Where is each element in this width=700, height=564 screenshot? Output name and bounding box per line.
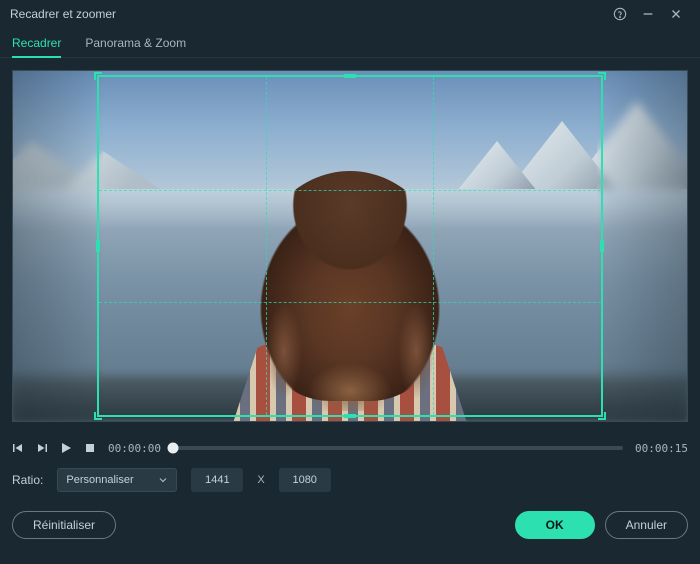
timeline-scrubber[interactable] — [173, 446, 623, 450]
width-input[interactable] — [191, 468, 243, 492]
help-icon[interactable] — [606, 0, 634, 28]
play-button[interactable] — [60, 442, 72, 454]
height-input[interactable] — [279, 468, 331, 492]
crop-handle-bottom-left[interactable] — [94, 412, 102, 420]
video-preview[interactable] — [12, 70, 688, 422]
dimension-separator: X — [257, 474, 264, 486]
reset-button[interactable]: Réinitialiser — [12, 511, 116, 539]
step-back-button[interactable] — [12, 442, 24, 454]
tabs: Recadrer Panorama & Zoom — [0, 28, 700, 58]
step-forward-button[interactable] — [36, 442, 48, 454]
minimize-icon[interactable] — [634, 0, 662, 28]
playback-controls: 00:00:00 00:00:15 — [0, 434, 700, 462]
current-time: 00:00:00 — [108, 442, 161, 455]
ratio-select[interactable]: Personnaliser — [57, 468, 177, 492]
crop-handle-top[interactable] — [344, 74, 356, 78]
window-title: Recadrer et zoomer — [10, 7, 116, 21]
ratio-label: Ratio: — [12, 473, 43, 487]
ratio-selected-value: Personnaliser — [66, 474, 133, 486]
crop-handle-bottom-right[interactable] — [598, 412, 606, 420]
crop-handle-bottom[interactable] — [344, 414, 356, 418]
footer: Réinitialiser OK Annuler — [0, 498, 700, 552]
crop-handle-top-right[interactable] — [598, 72, 606, 80]
crop-handle-right[interactable] — [600, 240, 604, 252]
titlebar: Recadrer et zoomer — [0, 0, 700, 28]
cancel-button[interactable]: Annuler — [605, 511, 688, 539]
tab-panorama-zoom[interactable]: Panorama & Zoom — [85, 28, 186, 57]
crop-frame[interactable] — [97, 75, 603, 417]
tab-crop[interactable]: Recadrer — [12, 28, 61, 57]
ratio-row: Ratio: Personnaliser X — [0, 462, 700, 498]
crop-handle-top-left[interactable] — [94, 72, 102, 80]
stop-button[interactable] — [84, 442, 96, 454]
crop-handle-left[interactable] — [96, 240, 100, 252]
timeline-thumb[interactable] — [167, 443, 178, 454]
close-icon[interactable] — [662, 0, 690, 28]
chevron-down-icon — [158, 475, 168, 485]
total-time: 00:00:15 — [635, 442, 688, 455]
ok-button[interactable]: OK — [515, 511, 595, 539]
